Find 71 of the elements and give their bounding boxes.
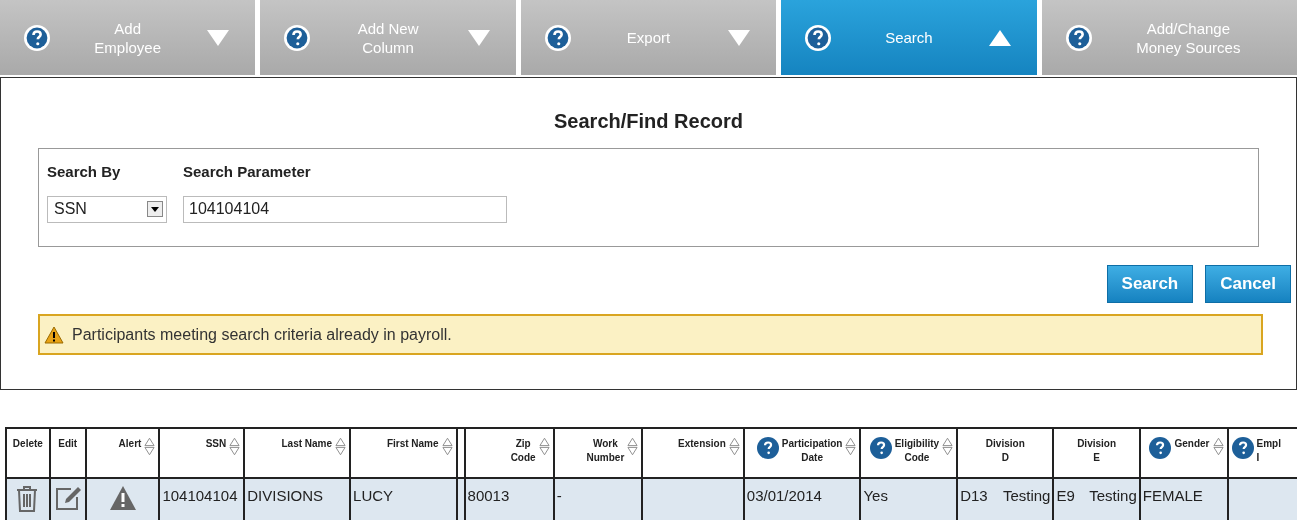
sort-icon[interactable] (627, 437, 639, 456)
toolbar-tab[interactable]: Export (520, 0, 777, 75)
table-cell: Yes (863, 487, 888, 504)
column-header: Extension (678, 437, 726, 451)
help-icon[interactable] (1065, 24, 1092, 51)
help-icon[interactable] (805, 24, 832, 51)
sort-icon[interactable] (942, 437, 954, 456)
toolbar-tab[interactable]: Add/Change Money Sources (1041, 0, 1297, 75)
search-by-select[interactable]: SSN (47, 195, 167, 223)
column-header: Last Name (281, 437, 333, 451)
table-cell-text: E9 (1056, 486, 1075, 506)
toolbar-tab[interactable]: Search (781, 0, 1037, 75)
warning-icon (44, 325, 64, 344)
alert-icon (108, 485, 137, 511)
search-parameter-field[interactable]: 104104104 (183, 195, 507, 223)
column-header: Zip Code (510, 437, 536, 465)
column-header: Empl I (1256, 437, 1281, 465)
edit-icon[interactable] (54, 485, 83, 511)
tab-label: Add/Change Money Sources (1135, 18, 1242, 57)
column-header: First Name (386, 437, 439, 451)
toolbar-tab[interactable]: Add New Column (260, 0, 516, 75)
panel-title: Search/Find Record (553, 109, 744, 134)
sort-icon[interactable] (538, 437, 550, 456)
column-header: Delete (12, 437, 43, 451)
warning-message: Participants meeting search criteria already in payroll. (72, 324, 452, 345)
column-header: Division E (1077, 437, 1117, 465)
tab-label: Export (625, 28, 672, 47)
table-cell: DIVISIONS (247, 487, 324, 504)
table-cell: - (556, 487, 562, 504)
sort-icon[interactable] (144, 437, 156, 456)
table-cell: LUCY (353, 487, 394, 504)
column-header: Gender (1174, 437, 1210, 451)
table-cell: FEMALE (1142, 487, 1203, 504)
tab-label: Search (884, 28, 934, 47)
table-cell-text: Testing (1089, 486, 1137, 506)
tab-label: Add New Column (356, 18, 420, 57)
trash-icon[interactable] (15, 485, 39, 513)
sort-icon[interactable] (728, 437, 740, 456)
table-cell-text: D13 (960, 486, 988, 506)
help-icon[interactable] (869, 437, 892, 459)
caret-down-icon (465, 27, 492, 48)
column-header: Work Number (586, 437, 625, 465)
column-header: Alert (118, 437, 142, 451)
column-header: SSN (205, 437, 227, 451)
help-icon[interactable] (24, 24, 50, 51)
sort-icon[interactable] (335, 437, 347, 456)
cancel-button[interactable]: Cancel (1205, 265, 1291, 303)
search-button[interactable]: Search (1106, 265, 1194, 303)
caret-down-icon (205, 27, 232, 48)
table-cell-text: Testing (1002, 486, 1051, 506)
column-header: Division D (985, 437, 1025, 465)
tab-label: Add Employee (93, 18, 163, 57)
help-icon[interactable] (284, 24, 311, 51)
column-header: Edit (58, 437, 78, 451)
caret-down-icon (726, 27, 753, 48)
help-icon[interactable] (1149, 437, 1172, 459)
sort-icon[interactable] (1212, 437, 1224, 456)
sort-icon[interactable] (845, 437, 857, 456)
sort-icon[interactable] (441, 437, 453, 456)
table-cell: 104104104 (162, 487, 238, 504)
help-icon[interactable] (1231, 437, 1254, 459)
help-icon[interactable] (756, 437, 779, 459)
toolbar-tab[interactable]: Add Employee (0, 0, 256, 75)
table-cell: 03/01/2014 (746, 487, 822, 504)
help-icon[interactable] (544, 24, 571, 51)
table-cell: 80013 (467, 487, 510, 504)
field-label: Search By (47, 162, 122, 182)
sort-icon[interactable] (229, 437, 241, 456)
column-header: Eligibility Code (894, 437, 940, 465)
column-header: Participation Date (781, 437, 843, 465)
field-label: Search Parameter (183, 162, 312, 182)
